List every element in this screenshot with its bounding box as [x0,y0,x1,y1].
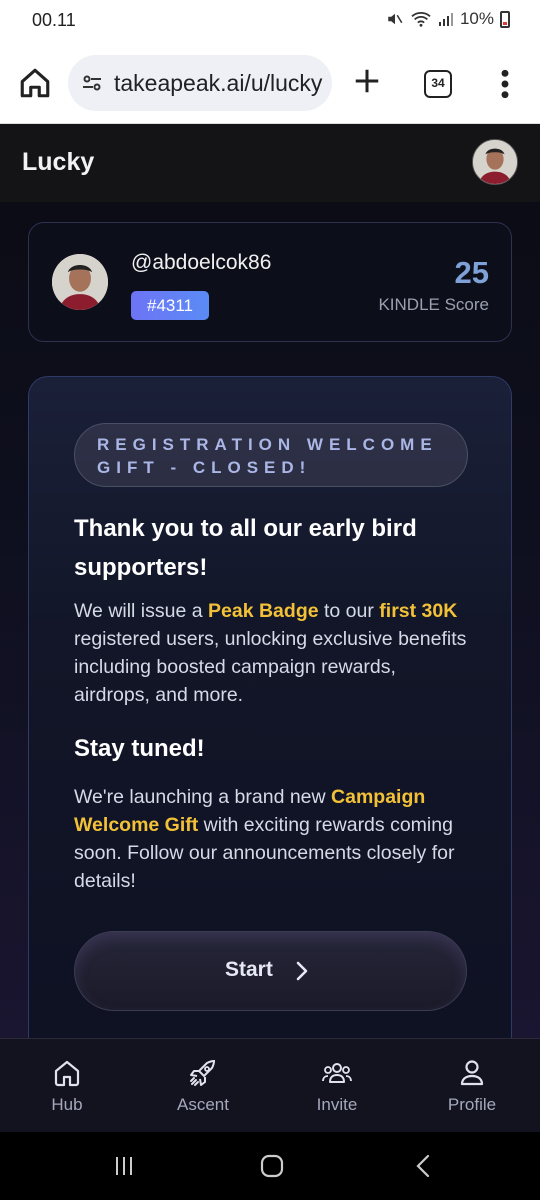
nav-label-invite: Invite [316,1095,358,1114]
nav-label-profile: Profile [447,1095,497,1114]
p1-text-a: We will issue a [74,600,209,622]
welcome-gift-card: REGISTRATION WELCOME GIFT - CLOSED! Than… [28,376,512,1038]
start-button-label: Start [225,958,273,981]
home-icon [54,1060,80,1087]
tab-switcher-button[interactable]: 34 [424,70,452,98]
peak-badge-paragraph: We will issue a Peak Badge to our first … [74,597,474,709]
nav-item-invite[interactable]: Invite [287,1039,387,1133]
p2-text-a: We're launching a brand new [74,786,332,808]
start-button[interactable]: Start [74,931,467,1011]
first-30k-highlight: first 30K [379,600,458,622]
nav-item-profile[interactable]: Profile [422,1039,522,1133]
mute-icon [388,13,403,25]
browser-toolbar: takeapeak.ai/u/lucky 34 [0,42,540,124]
site-settings-icon[interactable] [80,71,104,95]
rank-badge: #4311 [131,291,210,320]
home-icon[interactable] [18,66,52,100]
status-time: 00.11 [32,10,76,30]
address-bar[interactable]: takeapeak.ai/u/lucky [68,55,332,111]
p1-text-e: registered users, unlocking exclusive be… [74,628,467,706]
signal-icon [438,13,453,26]
bottom-nav: Hub Ascent Invite Profile [0,1038,540,1132]
nav-item-hub[interactable]: Hub [17,1039,117,1133]
kindle-score-value: 25 [454,255,489,290]
status-icons: 10% [386,9,510,29]
username: @abdoelcok86 [131,251,272,274]
nav-label-ascent: Ascent [177,1095,229,1114]
kindle-score-label: KINDLE Score [378,295,489,314]
header-avatar[interactable] [472,139,518,185]
campaign-gift-paragraph: We're launching a brand new Campaign Wel… [74,783,474,895]
peak-badge-highlight: Peak Badge [208,600,319,622]
user-icon [460,1060,484,1086]
home-button-icon[interactable] [259,1154,285,1178]
url-text: takeapeak.ai/u/lucky [114,70,323,96]
people-icon [322,1063,352,1083]
more-menu-icon[interactable] [498,68,512,100]
app-header: Lucky [0,124,540,202]
rocket-icon [190,1059,216,1086]
page-title: Lucky [22,148,95,176]
stay-tuned-heading: Stay tuned! [74,735,205,762]
main-content: @abdoelcok86 #4311 25 KINDLE Score REGIS… [0,202,540,1038]
registration-gift-status-pill: REGISTRATION WELCOME GIFT - CLOSED! [74,423,468,487]
profile-avatar [52,254,108,310]
recent-apps-icon[interactable] [112,1154,136,1178]
early-bird-heading: Thank you to all our early bird supporte… [74,515,417,581]
new-tab-icon[interactable] [352,66,382,96]
nav-label-hub: Hub [51,1095,83,1114]
battery-icon [500,10,510,28]
wifi-icon [411,12,431,27]
profile-card: @abdoelcok86 #4311 25 KINDLE Score [28,222,512,342]
nav-item-ascent[interactable]: Ascent [153,1039,253,1133]
system-nav-bar [0,1132,540,1200]
battery-percent: 10% [459,9,494,28]
status-bar: 00.11 10% [0,0,540,42]
p1-text-c: to our [318,600,380,622]
chevron-right-icon [296,961,308,981]
back-icon[interactable] [412,1154,436,1178]
